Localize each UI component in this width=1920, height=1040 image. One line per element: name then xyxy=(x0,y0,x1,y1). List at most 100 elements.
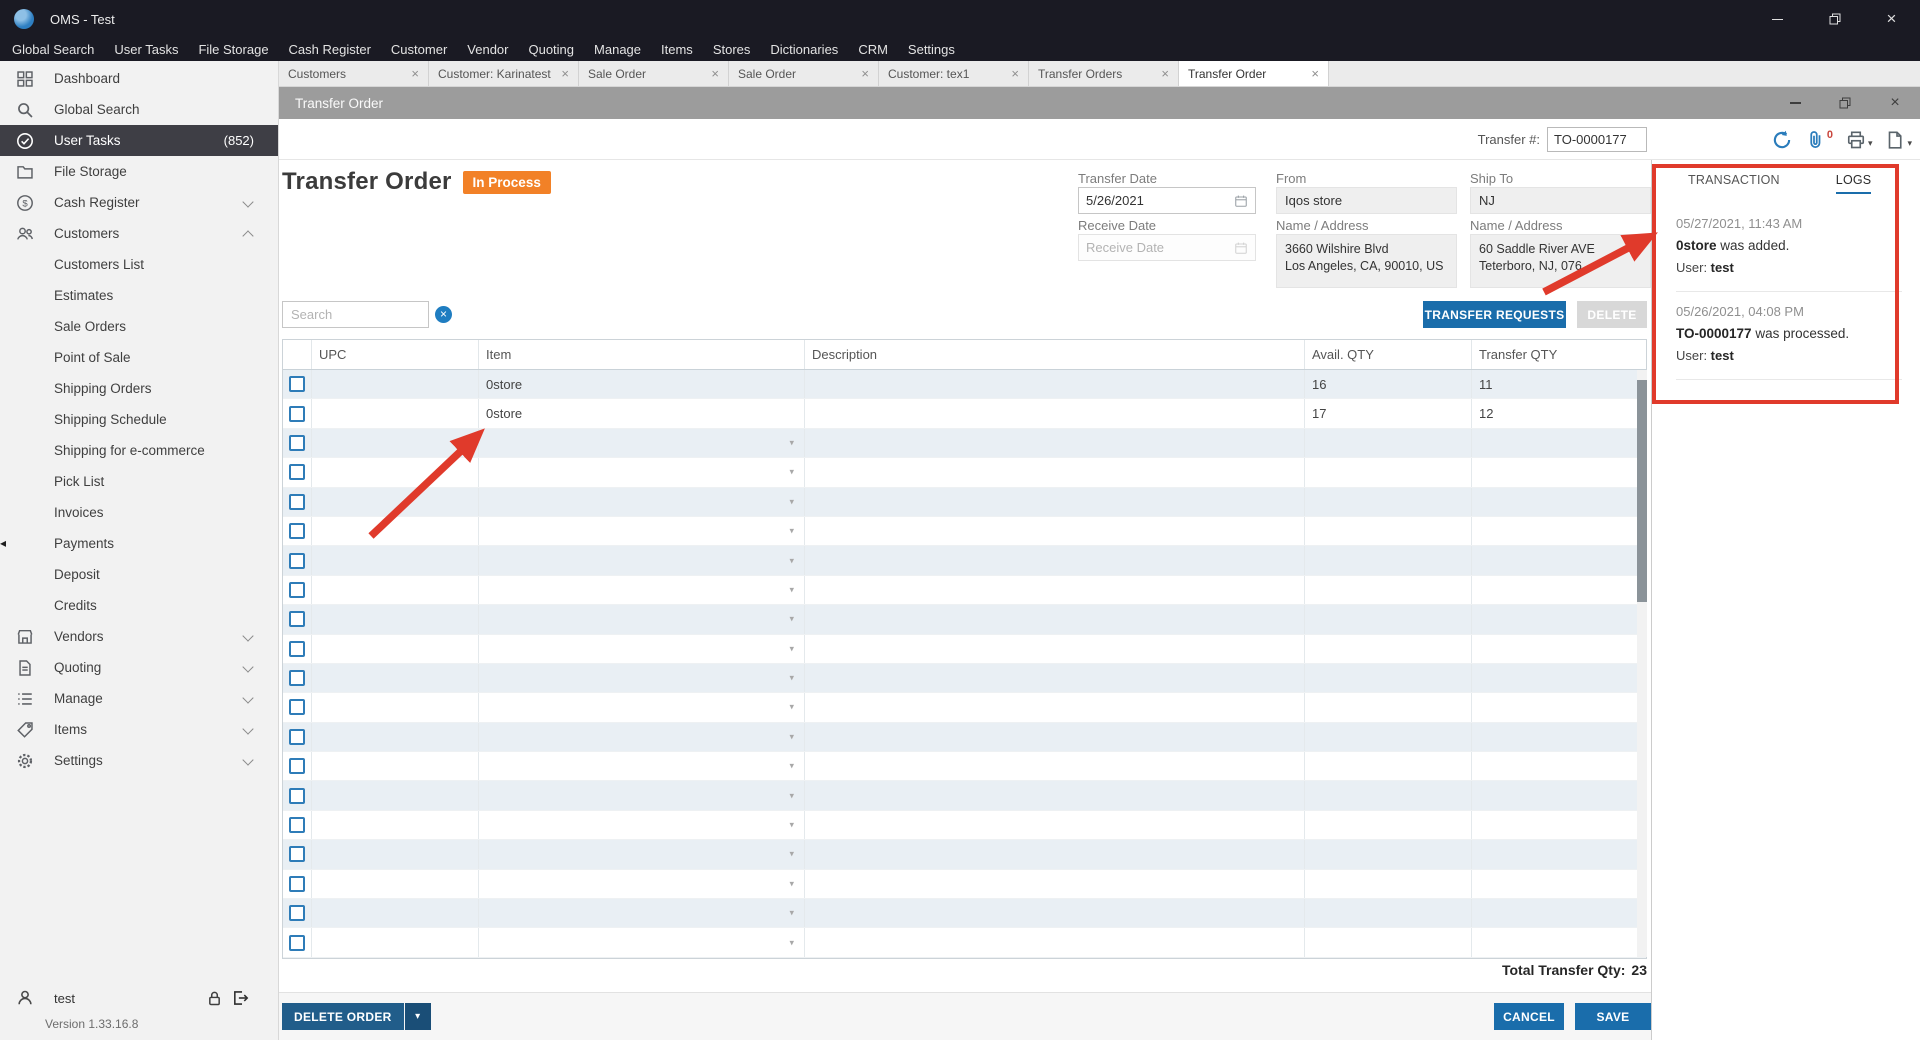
item-dropdown-icon[interactable]: ▾ xyxy=(789,614,794,625)
transfer-number-input[interactable] xyxy=(1547,127,1647,152)
item-dropdown-icon[interactable]: ▾ xyxy=(789,731,794,742)
row-checkbox[interactable] xyxy=(289,728,305,745)
item-dropdown-icon[interactable]: ▾ xyxy=(789,908,794,919)
table-row[interactable]: ▾ xyxy=(283,840,1646,870)
column-header-upc[interactable]: UPC xyxy=(312,340,479,369)
log-tab-logs[interactable]: LOGS xyxy=(1835,173,1872,194)
sidebar-item-file-storage[interactable]: File Storage xyxy=(0,156,278,187)
row-checkbox[interactable] xyxy=(289,405,305,422)
item-dropdown-icon[interactable]: ▾ xyxy=(789,849,794,860)
inner-minimize-button[interactable] xyxy=(1770,87,1820,119)
delete-order-dropdown-icon[interactable]: ▾ xyxy=(404,1003,431,1030)
sidebar-collapse-icon[interactable]: ◂ xyxy=(0,537,6,549)
row-checkbox[interactable] xyxy=(289,523,305,540)
transfer-requests-button[interactable]: TRANSFER REQUESTS xyxy=(1423,301,1566,328)
item-dropdown-icon[interactable]: ▾ xyxy=(789,937,794,948)
close-button[interactable]: × xyxy=(1863,0,1920,38)
row-checkbox[interactable] xyxy=(289,376,305,393)
row-checkbox[interactable] xyxy=(289,846,305,863)
sidebar-item-vendors[interactable]: Vendors xyxy=(0,621,278,652)
table-row[interactable]: ▾ xyxy=(283,516,1646,547)
table-row[interactable]: ▾ xyxy=(283,722,1646,753)
sidebar-item-dashboard[interactable]: Dashboard xyxy=(0,63,278,94)
lock-icon[interactable] xyxy=(206,990,223,1007)
sidebar-subitem-sale-orders[interactable]: Sale Orders xyxy=(0,311,278,342)
table-row[interactable]: ▾ xyxy=(283,663,1646,694)
sidebar-subitem-shipping-schedule[interactable]: Shipping Schedule xyxy=(0,404,278,435)
sidebar-subitem-invoices[interactable]: Invoices xyxy=(0,497,278,528)
table-row[interactable]: ▾ xyxy=(283,546,1646,576)
sidebar-subitem-shipping-orders[interactable]: Shipping Orders xyxy=(0,373,278,404)
save-button[interactable]: SAVE xyxy=(1575,1003,1651,1030)
column-header-item[interactable]: Item xyxy=(479,340,805,369)
table-row[interactable]: ▾ xyxy=(283,752,1646,782)
sidebar-subitem-credits[interactable]: Credits xyxy=(0,590,278,621)
table-row[interactable]: ▾ xyxy=(283,575,1646,606)
row-checkbox[interactable] xyxy=(289,787,305,804)
table-row[interactable]: 0store 17 12 xyxy=(283,399,1646,429)
table-row[interactable]: 0store 16 11 xyxy=(283,370,1646,400)
row-checkbox[interactable] xyxy=(289,758,305,775)
table-row[interactable]: ▾ xyxy=(283,781,1646,811)
search-input[interactable] xyxy=(282,301,429,328)
row-checkbox[interactable] xyxy=(289,670,305,687)
item-dropdown-icon[interactable]: ▾ xyxy=(789,526,794,537)
menu-item-settings[interactable]: Settings xyxy=(898,38,965,61)
table-row[interactable]: ▾ xyxy=(283,899,1646,929)
menu-item-customer[interactable]: Customer xyxy=(381,38,457,61)
table-row[interactable]: ▾ xyxy=(283,810,1646,841)
table-row[interactable]: ▾ xyxy=(283,487,1646,517)
transfer-date-value[interactable] xyxy=(1086,193,1234,208)
tab-transfer-order[interactable]: Transfer Order × xyxy=(1179,61,1329,86)
table-row[interactable]: ▾ xyxy=(283,693,1646,723)
tab-transfer-orders[interactable]: Transfer Orders × xyxy=(1029,61,1179,86)
row-checkbox[interactable] xyxy=(289,552,305,569)
sidebar-item-manage[interactable]: Manage xyxy=(0,683,278,714)
menu-item-crm[interactable]: CRM xyxy=(848,38,898,61)
item-dropdown-icon[interactable]: ▾ xyxy=(789,761,794,772)
cancel-button[interactable]: CANCEL xyxy=(1494,1003,1564,1030)
log-tab-transaction[interactable]: TRANSACTION xyxy=(1688,173,1780,194)
tab-close-icon[interactable]: × xyxy=(1311,66,1319,81)
tab-close-icon[interactable]: × xyxy=(1161,66,1169,81)
row-checkbox[interactable] xyxy=(289,464,305,481)
tab-close-icon[interactable]: × xyxy=(711,66,719,81)
tab-close-icon[interactable]: × xyxy=(861,66,869,81)
export-icon[interactable] xyxy=(1885,130,1905,150)
table-row[interactable]: ▾ xyxy=(283,428,1646,459)
row-checkbox[interactable] xyxy=(289,493,305,510)
item-dropdown-icon[interactable]: ▾ xyxy=(789,584,794,595)
item-dropdown-icon[interactable]: ▾ xyxy=(789,702,794,713)
sidebar-subitem-customers-list[interactable]: Customers List xyxy=(0,249,278,280)
item-dropdown-icon[interactable]: ▾ xyxy=(789,437,794,448)
sidebar-item-quoting[interactable]: Quoting xyxy=(0,652,278,683)
sidebar-item-settings[interactable]: Settings xyxy=(0,745,278,776)
item-dropdown-icon[interactable]: ▾ xyxy=(789,820,794,831)
menu-item-global-search[interactable]: Global Search xyxy=(2,38,104,61)
row-checkbox[interactable] xyxy=(289,875,305,892)
menu-item-items[interactable]: Items xyxy=(651,38,703,61)
sidebar-item-user-tasks[interactable]: User Tasks (852) xyxy=(0,125,278,156)
item-dropdown-icon[interactable]: ▾ xyxy=(789,878,794,889)
menu-item-cash-register[interactable]: Cash Register xyxy=(279,38,381,61)
menu-item-manage[interactable]: Manage xyxy=(584,38,651,61)
menu-item-vendor[interactable]: Vendor xyxy=(457,38,518,61)
tab-customer-karinatest[interactable]: Customer: Karinatest × xyxy=(429,61,579,86)
row-checkbox[interactable] xyxy=(289,817,305,834)
sidebar-subitem-payments[interactable]: Payments xyxy=(0,528,278,559)
print-icon[interactable] xyxy=(1846,130,1866,150)
delete-button[interactable]: DELETE xyxy=(1577,301,1647,328)
item-dropdown-icon[interactable]: ▾ xyxy=(789,555,794,566)
scrollbar-thumb[interactable] xyxy=(1637,380,1647,602)
table-row[interactable]: ▾ xyxy=(283,634,1646,664)
refresh-icon[interactable] xyxy=(1772,130,1792,150)
logout-icon[interactable] xyxy=(231,989,249,1007)
row-checkbox[interactable] xyxy=(289,640,305,657)
row-checkbox[interactable] xyxy=(289,611,305,628)
receive-date-value[interactable] xyxy=(1086,240,1234,255)
calendar-icon[interactable] xyxy=(1234,194,1248,208)
search-clear-icon[interactable]: × xyxy=(435,306,452,323)
tab-sale-order[interactable]: Sale Order × xyxy=(729,61,879,86)
inner-close-button[interactable]: × xyxy=(1870,87,1920,119)
delete-order-button[interactable]: DELETE ORDER xyxy=(282,1003,404,1030)
